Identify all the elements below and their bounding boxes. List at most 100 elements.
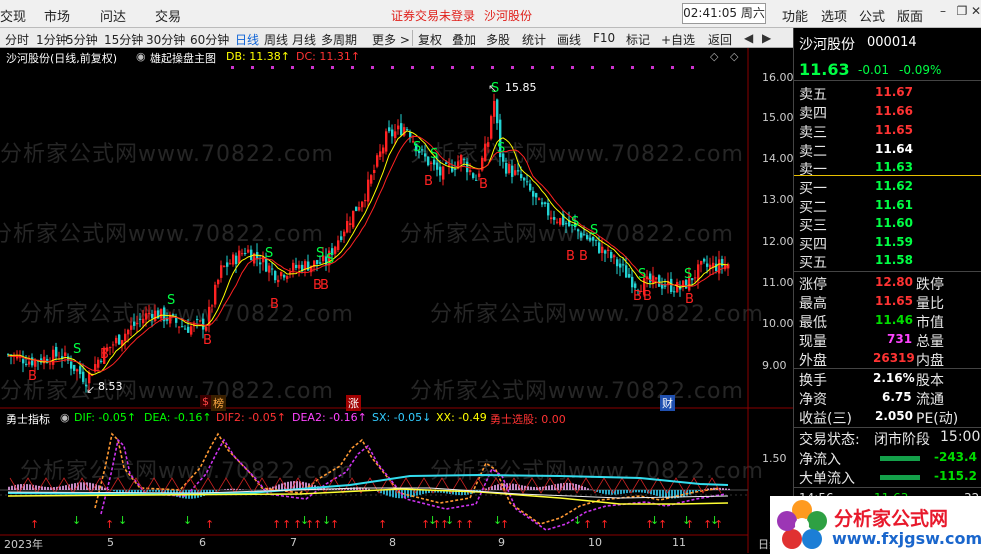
candle-body	[220, 265, 223, 278]
tab-weekly[interactable]: 周线	[264, 31, 288, 48]
x-axis-label: 2023年	[4, 538, 43, 551]
candle-body	[148, 312, 151, 314]
candle-body	[82, 371, 85, 382]
candle-body	[463, 159, 466, 161]
candle-body	[25, 363, 28, 365]
indicator-marker	[391, 66, 394, 69]
stat-value: 11.46	[875, 313, 913, 327]
login-warning[interactable]: 证券交易未登录	[391, 7, 475, 24]
ask-label: 卖二	[799, 144, 827, 160]
histogram-bar	[566, 482, 568, 490]
indicator-marker	[631, 66, 634, 69]
tab-multi-period[interactable]: 多周期	[321, 31, 357, 48]
main-chart-title: 沙河股份(日线,前复权)	[6, 52, 118, 65]
y-axis-label: 14.00	[762, 152, 794, 165]
histogram-bar	[605, 490, 607, 495]
histogram-bar	[149, 490, 151, 492]
tab-30min[interactable]: 30分钟	[146, 31, 185, 48]
stat-label: 跌停	[916, 277, 944, 293]
diamond-icon[interactable]: ◇	[730, 50, 738, 63]
main-indicator-name[interactable]: 雄起操盘主图	[150, 50, 216, 66]
candle-body	[346, 220, 349, 233]
event-mark[interactable]: 财	[660, 395, 675, 411]
candle-body	[175, 317, 178, 323]
tab-daily[interactable]: 日线	[235, 31, 259, 48]
candle-body	[469, 170, 472, 173]
close-icon[interactable]: ✕	[969, 4, 981, 20]
adjust-button[interactable]: 复权	[418, 31, 442, 48]
candle-body	[661, 284, 664, 289]
period-toolbar: 分时 1分钟 5分钟 15分钟 30分钟 60分钟 日线 周线 月线 多周期 更…	[0, 28, 793, 48]
histogram-bar	[407, 490, 409, 498]
indicator-marker	[231, 66, 234, 69]
stat-label: 收益(三)	[799, 411, 852, 427]
candle-body	[676, 281, 679, 293]
sell-signal: S	[265, 246, 273, 261]
sell-signal: S	[430, 147, 438, 162]
tab-15min[interactable]: 15分钟	[104, 31, 143, 48]
candle-body	[580, 232, 583, 238]
price-chart[interactable]: BS BSBSBSBBSS SB BSSSSB BSB BSB↖↙ ↑ ↑ ↑ ↑ ↑ ↑ ↑↑ ↑ ↑ ↑…	[0, 48, 793, 553]
restore-icon[interactable]: ❐	[955, 4, 969, 20]
candle-body	[361, 201, 364, 208]
menu-item-market[interactable]: 市场	[44, 6, 70, 25]
prev-arrow-icon[interactable]: ◀	[744, 31, 753, 45]
up-arrow-icon: ↑	[455, 518, 464, 531]
menu-item-function[interactable]: 功能	[782, 6, 808, 25]
ask-label: 卖五	[799, 87, 827, 103]
overlay-button[interactable]: 叠加	[452, 31, 476, 48]
tab-intraday[interactable]: 分时	[5, 31, 29, 48]
sell-signal: S	[73, 342, 81, 357]
histogram-bar	[17, 484, 19, 490]
event-mark[interactable]: $	[200, 395, 211, 408]
add-watchlist-button[interactable]: +自选	[661, 31, 695, 48]
stat-label: 内盘	[916, 353, 944, 369]
candle-body	[454, 168, 457, 170]
candle-body	[211, 305, 214, 307]
candle-body	[367, 179, 370, 202]
down-arrow-icon: ↓	[710, 514, 719, 527]
sub-indicator-value: SX: -0.05↓	[372, 411, 432, 424]
event-mark[interactable]: 涨	[346, 395, 361, 411]
down-arrow-icon: ↓	[183, 514, 192, 527]
next-arrow-icon[interactable]: ▶	[762, 31, 771, 45]
menu-item-trade[interactable]: 交易	[155, 6, 181, 25]
minimize-icon[interactable]: –	[936, 4, 950, 20]
candle-body	[241, 253, 244, 255]
draw-line-button[interactable]: 画线	[557, 31, 581, 48]
chart-area[interactable]: 分析家公式网www.70822.com 分析家公式网www.70822.com …	[0, 48, 794, 553]
candle-body	[133, 321, 136, 326]
candle-body	[529, 183, 532, 191]
bid-label: 买二	[799, 200, 827, 216]
tab-more[interactable]: 更多 >	[372, 31, 410, 48]
tab-60min[interactable]: 60分钟	[190, 31, 229, 48]
f10-button[interactable]: F10	[593, 31, 615, 45]
buy-signal: B	[203, 333, 212, 348]
low-price-label: 8.53	[98, 380, 123, 393]
candle-body	[79, 366, 82, 375]
candle-body	[223, 265, 226, 267]
x-axis-label: 9	[498, 536, 505, 549]
back-button[interactable]: 返回	[708, 31, 732, 48]
indicator-settings-icon[interactable]: ◉	[60, 411, 70, 424]
menu-item-options[interactable]: 选项	[821, 6, 847, 25]
tab-1min[interactable]: 1分钟	[36, 31, 68, 48]
candle-body	[703, 258, 706, 262]
candle-body	[532, 191, 535, 197]
tab-5min[interactable]: 5分钟	[66, 31, 98, 48]
indicator-settings-icon[interactable]: ◉	[136, 50, 146, 63]
mark-button[interactable]: 标记	[626, 31, 650, 48]
menu-item-trade-now[interactable]: 交现	[0, 6, 26, 25]
menu-item-layout[interactable]: 版面	[897, 6, 923, 25]
menu-item-formula[interactable]: 公式	[859, 6, 885, 25]
sub-indicator-name[interactable]: 勇士指标	[6, 411, 50, 427]
stats-button[interactable]: 统计	[522, 31, 546, 48]
tab-monthly[interactable]: 月线	[292, 31, 316, 48]
histogram-bar	[728, 488, 730, 490]
menu-item-wenda[interactable]: 问达	[100, 6, 126, 25]
diamond-icon[interactable]: ◇	[710, 50, 718, 63]
multi-stock-button[interactable]: 多股	[486, 31, 510, 48]
candle-body	[493, 101, 496, 117]
event-mark[interactable]: 榜	[211, 395, 226, 411]
histogram-bar	[608, 490, 610, 495]
